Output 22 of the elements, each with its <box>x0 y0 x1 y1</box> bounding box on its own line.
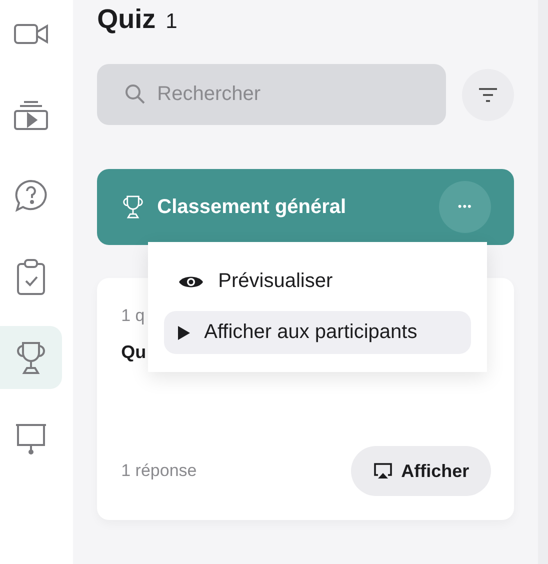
sidebar-item[interactable] <box>0 326 62 389</box>
trophy-icon[interactable] <box>14 340 48 374</box>
question-count: 1 q <box>121 306 145 326</box>
play-stack-icon <box>14 100 48 130</box>
page-title: Quiz <box>97 4 156 35</box>
menu-item[interactable]: Afficher aux participants <box>164 311 472 354</box>
question-bubble-icon <box>14 178 48 212</box>
clipboard-icon <box>16 258 46 294</box>
quiz-count: 1 <box>166 10 178 34</box>
trophy-icon <box>121 195 146 219</box>
play-icon <box>178 326 190 340</box>
response-count: 1 réponse <box>121 461 197 481</box>
filter-icon <box>478 88 498 102</box>
video-camera-icon <box>14 22 48 46</box>
presentation-board-icon <box>15 422 47 454</box>
leaderboard-title: Classement général <box>157 196 348 218</box>
search-icon <box>125 84 146 104</box>
show-button[interactable]: Afficher <box>351 446 492 496</box>
leaderboard-bar[interactable]: Classement général ••• <box>97 169 514 245</box>
quiz-title: Qu <box>121 342 146 363</box>
search-field[interactable]: Rechercher <box>97 64 446 125</box>
screen-cast-icon <box>373 463 394 479</box>
